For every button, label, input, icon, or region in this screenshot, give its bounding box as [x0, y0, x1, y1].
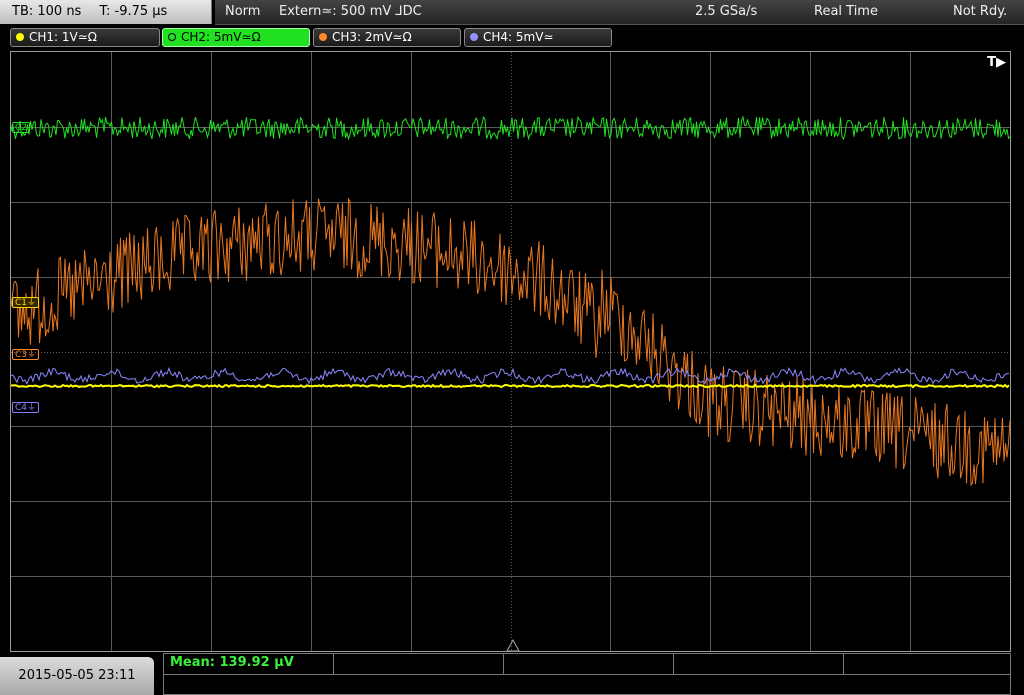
trigger-status: Not Rdy. [953, 4, 1008, 19]
channel-3-ground-marker[interactable]: C3⏚ [12, 349, 40, 360]
channel-4-color-icon [470, 33, 478, 41]
top-status-bar: TB: 100 ns T: -9.75 µs Norm Extern≃: 500… [0, 0, 1024, 25]
channel-2-trace [11, 115, 1010, 141]
channel-3-color-icon [319, 33, 327, 41]
measurement-cell [844, 654, 1010, 674]
channel-1-color-icon [16, 33, 24, 41]
channel-bar: CH1: 1V≃Ω CH2: 5mV≃Ω CH3: 2mV≃Ω CH4: 5mV… [0, 25, 1024, 49]
channel-3-trace [11, 197, 1010, 487]
measurement-panel[interactable]: Mean: 139.92 µV [163, 653, 1011, 695]
channel-1-ground-marker[interactable]: C1⏚ [12, 297, 40, 308]
channel-4-chip[interactable]: CH4: 5mV≃ [464, 28, 612, 47]
channel-2-color-icon [168, 33, 176, 41]
timebase-value: TB: 100 ns [12, 4, 82, 19]
measurement-cell [504, 654, 674, 674]
measurement-cell: Mean: 139.92 µV [164, 654, 334, 674]
trigger-source: Extern≃: 500 mV ⅃DC [279, 4, 422, 19]
acquisition-mode: Real Time [814, 4, 878, 19]
measurement-cell [674, 654, 844, 674]
date-time-display: 2015-05-05 23:11 [0, 657, 154, 695]
bottom-bar: 2015-05-05 23:11 Mean: 139.92 µV [0, 652, 1024, 695]
channel-3-chip[interactable]: CH3: 2mV≃Ω [313, 28, 461, 47]
waveform-plot [11, 52, 1010, 651]
measurement-row-2 [164, 674, 1010, 695]
channel-4-ground-marker[interactable]: C4⏚ [12, 402, 40, 413]
channel-1-chip[interactable]: CH1: 1V≃Ω [10, 28, 160, 47]
mean-measurement: Mean: 139.92 µV [170, 655, 294, 670]
channel-4-label: CH4: 5mV≃ [483, 30, 554, 44]
graticule [11, 52, 1010, 651]
timebase-box[interactable]: TB: 100 ns T: -9.75 µs [0, 0, 212, 24]
channel-3-label: CH3: 2mV≃Ω [332, 30, 412, 44]
measurement-cell [334, 654, 504, 674]
trigger-mode: Norm [225, 4, 261, 19]
channel-2-ground-marker[interactable]: C2 [12, 122, 31, 133]
trigger-info-bar[interactable]: Norm Extern≃: 500 mV ⅃DC 2.5 GSa/s Real … [215, 0, 1024, 25]
channel-4-trace [11, 366, 1010, 386]
traces [11, 115, 1010, 487]
sample-rate: 2.5 GSa/s [695, 4, 758, 19]
channel-1-trace [11, 383, 1010, 389]
trigger-position-icon [506, 638, 520, 651]
trigger-time-value: T: -9.75 µs [99, 4, 168, 19]
trigger-level-indicator[interactable]: T▶ [987, 55, 1006, 70]
channel-2-chip[interactable]: CH2: 5mV≃Ω [162, 28, 310, 47]
channel-2-label: CH2: 5mV≃Ω [181, 30, 261, 44]
channel-1-label: CH1: 1V≃Ω [29, 30, 97, 44]
waveform-display[interactable]: T▶ C2 C1⏚ C3⏚ C4⏚ [10, 51, 1011, 652]
